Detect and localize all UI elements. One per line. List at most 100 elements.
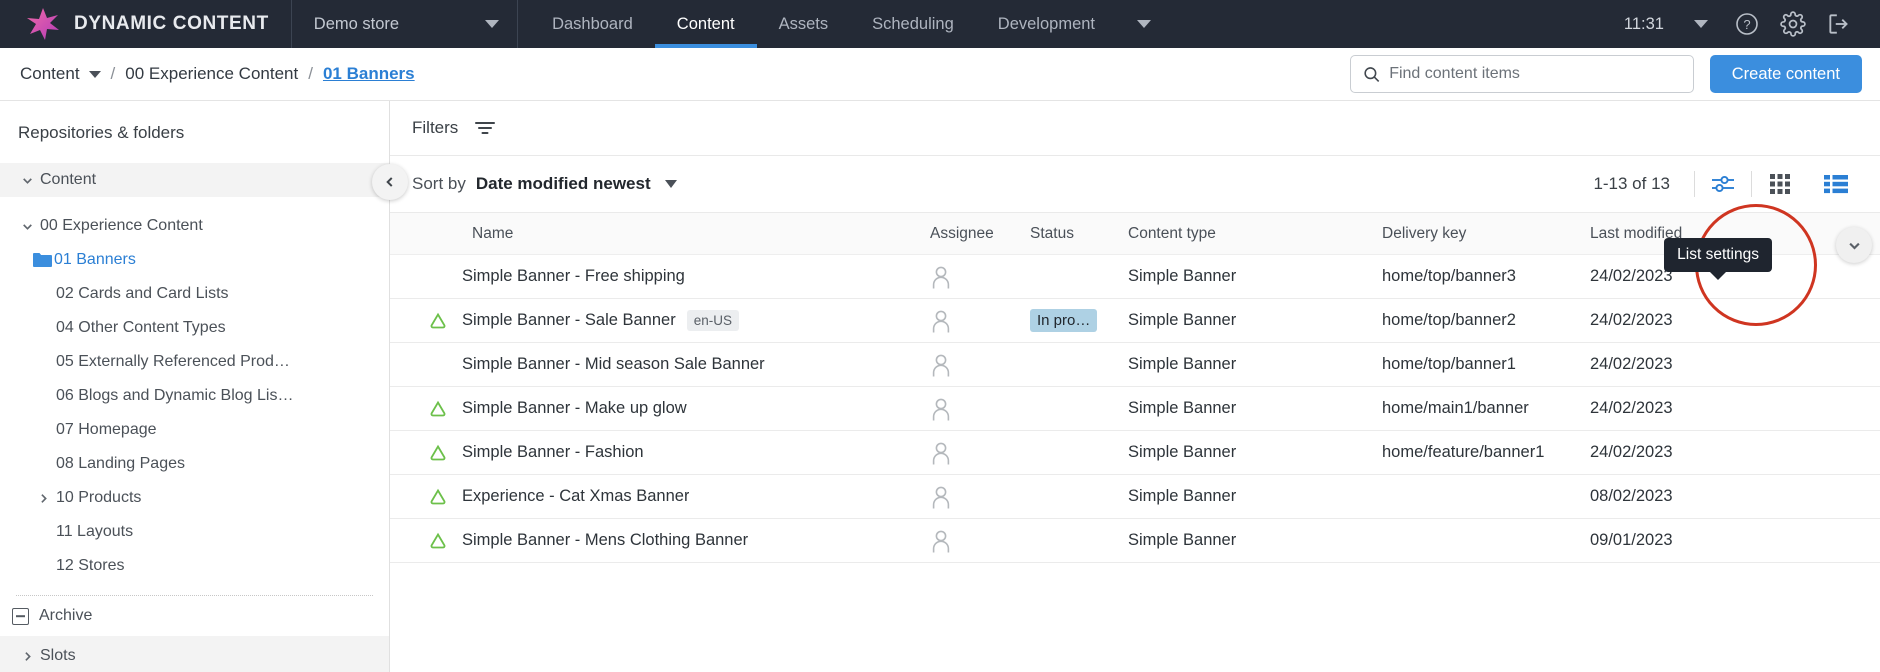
sidebar-item-slots[interactable]: Slots — [0, 636, 389, 672]
logout-button[interactable] — [1816, 0, 1862, 48]
sidebar-item-archive[interactable]: Archive — [0, 596, 389, 636]
publish-cloud-icon — [430, 488, 446, 504]
tab-scheduling[interactable]: Scheduling — [850, 0, 976, 48]
grid-view-button[interactable] — [1752, 162, 1808, 206]
content-item-name[interactable]: Experience - Cat Xmas Banner — [462, 487, 689, 506]
column-header-status[interactable]: Status — [1030, 225, 1128, 243]
cell-assignee[interactable] — [930, 529, 1030, 553]
help-button[interactable]: ? — [1724, 0, 1770, 48]
table-row[interactable]: Simple Banner - Mid season Sale Banner Si… — [390, 343, 1880, 387]
sidebar-item-content[interactable]: Content — [0, 163, 389, 197]
sidebar-title: Repositories & folders — [18, 123, 185, 142]
cell-assignee[interactable] — [930, 309, 1030, 333]
sort-by-label: Sort by — [412, 174, 466, 193]
sidebar-item-label: Content — [40, 171, 97, 188]
cell-content-type: Simple Banner — [1128, 267, 1237, 285]
collapse-sidebar-button[interactable] — [372, 164, 408, 200]
sidebar-item-05-externally-referenced[interactable]: 05 Externally Referenced Prod… — [0, 345, 389, 379]
nav-overflow-button[interactable] — [1117, 0, 1171, 48]
sidebar-item-11-layouts[interactable]: 11 Layouts — [0, 515, 389, 549]
content-item-name[interactable]: Simple Banner - Mens Clothing Banner — [462, 531, 748, 550]
sort-by-value[interactable]: Date modified newest — [476, 174, 651, 194]
table-row[interactable]: Simple Banner - Make up glow Simple Banne… — [390, 387, 1880, 431]
sidebar-item-07-homepage[interactable]: 07 Homepage — [0, 413, 389, 447]
sidebar-item-experience-content[interactable]: 00 Experience Content — [0, 209, 389, 243]
breadcrumb-separator: / — [110, 64, 116, 83]
tab-dashboard[interactable]: Dashboard — [530, 0, 655, 48]
breadcrumb-root[interactable]: Content — [20, 64, 101, 84]
list-settings-button[interactable] — [1695, 162, 1751, 206]
filter-icon[interactable] — [474, 119, 496, 137]
cell-delivery-key: home/top/banner2 — [1382, 311, 1516, 329]
tab-assets[interactable]: Assets — [757, 0, 851, 48]
locale-badge: en-US — [686, 310, 739, 331]
column-header-assignee[interactable]: Assignee — [930, 225, 1030, 243]
column-header-content-type[interactable]: Content type — [1128, 225, 1382, 243]
content-item-name[interactable]: Simple Banner - Sale Banner — [462, 311, 676, 330]
store-selector-label: Demo store — [313, 14, 400, 33]
sidebar-item-06-blogs[interactable]: 06 Blogs and Dynamic Blog Lis… — [0, 379, 389, 413]
chevron-down-icon — [1848, 242, 1860, 250]
brand-logo-area[interactable]: DYNAMIC CONTENT — [0, 0, 291, 48]
cell-assignee[interactable] — [930, 265, 1030, 289]
publish-cloud-icon — [430, 444, 446, 460]
cell-name: Simple Banner - Mens Clothing Banner — [390, 531, 930, 550]
content-item-name[interactable]: Simple Banner - Fashion — [462, 443, 644, 462]
column-header-delivery-key[interactable]: Delivery key — [1382, 225, 1590, 243]
table-row[interactable]: Simple Banner - Mens Clothing Banner Simp… — [390, 519, 1880, 563]
breadcrumb-item-experience-content[interactable]: 00 Experience Content — [125, 64, 298, 84]
sidebar-item-label: 07 Homepage — [56, 421, 157, 438]
publish-cloud-icon — [430, 532, 446, 548]
publish-status-icon — [428, 532, 462, 550]
brand-name: DYNAMIC CONTENT — [74, 13, 269, 34]
content-item-name[interactable]: Simple Banner - Make up glow — [462, 399, 687, 418]
chevron-down-icon[interactable] — [14, 220, 40, 233]
sidebar-item-12-stores[interactable]: 12 Stores — [0, 549, 389, 583]
table-row[interactable]: Experience - Cat Xmas Banner Simple Banne… — [390, 475, 1880, 519]
content-item-name[interactable]: Simple Banner - Mid season Sale Banner — [462, 355, 765, 374]
cell-last-modified: 24/02/2023 — [1590, 355, 1673, 373]
avatar-placeholder-icon — [932, 354, 950, 376]
list-view-button[interactable] — [1808, 162, 1864, 206]
sidebar-item-04-other-content-types[interactable]: 04 Other Content Types — [0, 311, 389, 345]
sidebar-item-10-products[interactable]: 10 Products — [0, 481, 389, 515]
tab-development[interactable]: Development — [976, 0, 1117, 48]
table-row[interactable]: Simple Banner - Free shipping Simple Bann… — [390, 255, 1880, 299]
chevron-down-icon[interactable] — [664, 180, 677, 188]
avatar-placeholder-icon — [932, 530, 950, 552]
chevron-right-icon[interactable] — [14, 650, 40, 663]
store-selector[interactable]: Demo store — [292, 0, 517, 48]
sidebar-item-02-cards[interactable]: 02 Cards and Card Lists — [0, 277, 389, 311]
sidebar-item-01-banners[interactable]: 01 Banners — [0, 243, 389, 277]
cell-assignee[interactable] — [930, 485, 1030, 509]
cell-assignee[interactable] — [930, 397, 1030, 421]
timezone-dropdown-button[interactable] — [1678, 0, 1724, 48]
expand-toolbar-button[interactable] — [1836, 227, 1872, 263]
page-body: Repositories & folders Content 00 Experi… — [0, 101, 1880, 672]
cell-assignee[interactable] — [930, 441, 1030, 465]
sidebar-item-08-landing-pages[interactable]: 08 Landing Pages — [0, 447, 389, 481]
settings-button[interactable] — [1770, 0, 1816, 48]
cell-assignee[interactable] — [930, 353, 1030, 377]
sidebar-item-label: 10 Products — [56, 489, 142, 506]
column-header-name[interactable]: Name — [390, 225, 930, 243]
table-row[interactable]: Simple Banner - Fashion Simple Banner home… — [390, 431, 1880, 475]
table-row[interactable]: Simple Banner - Sale Banner en-US In pro… S… — [390, 299, 1880, 343]
chevron-right-icon[interactable] — [30, 492, 56, 505]
avatar-placeholder-icon — [932, 486, 950, 508]
primary-nav-tabs: Dashboard Content Assets Scheduling Deve… — [530, 0, 1171, 48]
chevron-down-icon[interactable] — [14, 174, 40, 187]
search-box[interactable] — [1349, 55, 1694, 93]
breadcrumb-item-banners[interactable]: 01 Banners — [323, 64, 415, 84]
chevron-down-icon[interactable] — [88, 70, 101, 78]
search-input[interactable] — [1389, 65, 1683, 83]
content-item-name[interactable]: Simple Banner - Free shipping — [462, 267, 685, 286]
cell-last-modified: 24/02/2023 — [1590, 399, 1673, 417]
list-settings-icon — [1712, 175, 1734, 193]
tab-content[interactable]: Content — [654, 0, 757, 48]
tab-dashboard-label: Dashboard — [552, 14, 633, 33]
sidebar-item-label: 00 Experience Content — [40, 217, 203, 234]
svg-text:?: ? — [1743, 17, 1750, 32]
create-content-button[interactable]: Create content — [1709, 55, 1862, 93]
sidebar-item-label: 11 Layouts — [56, 523, 134, 540]
